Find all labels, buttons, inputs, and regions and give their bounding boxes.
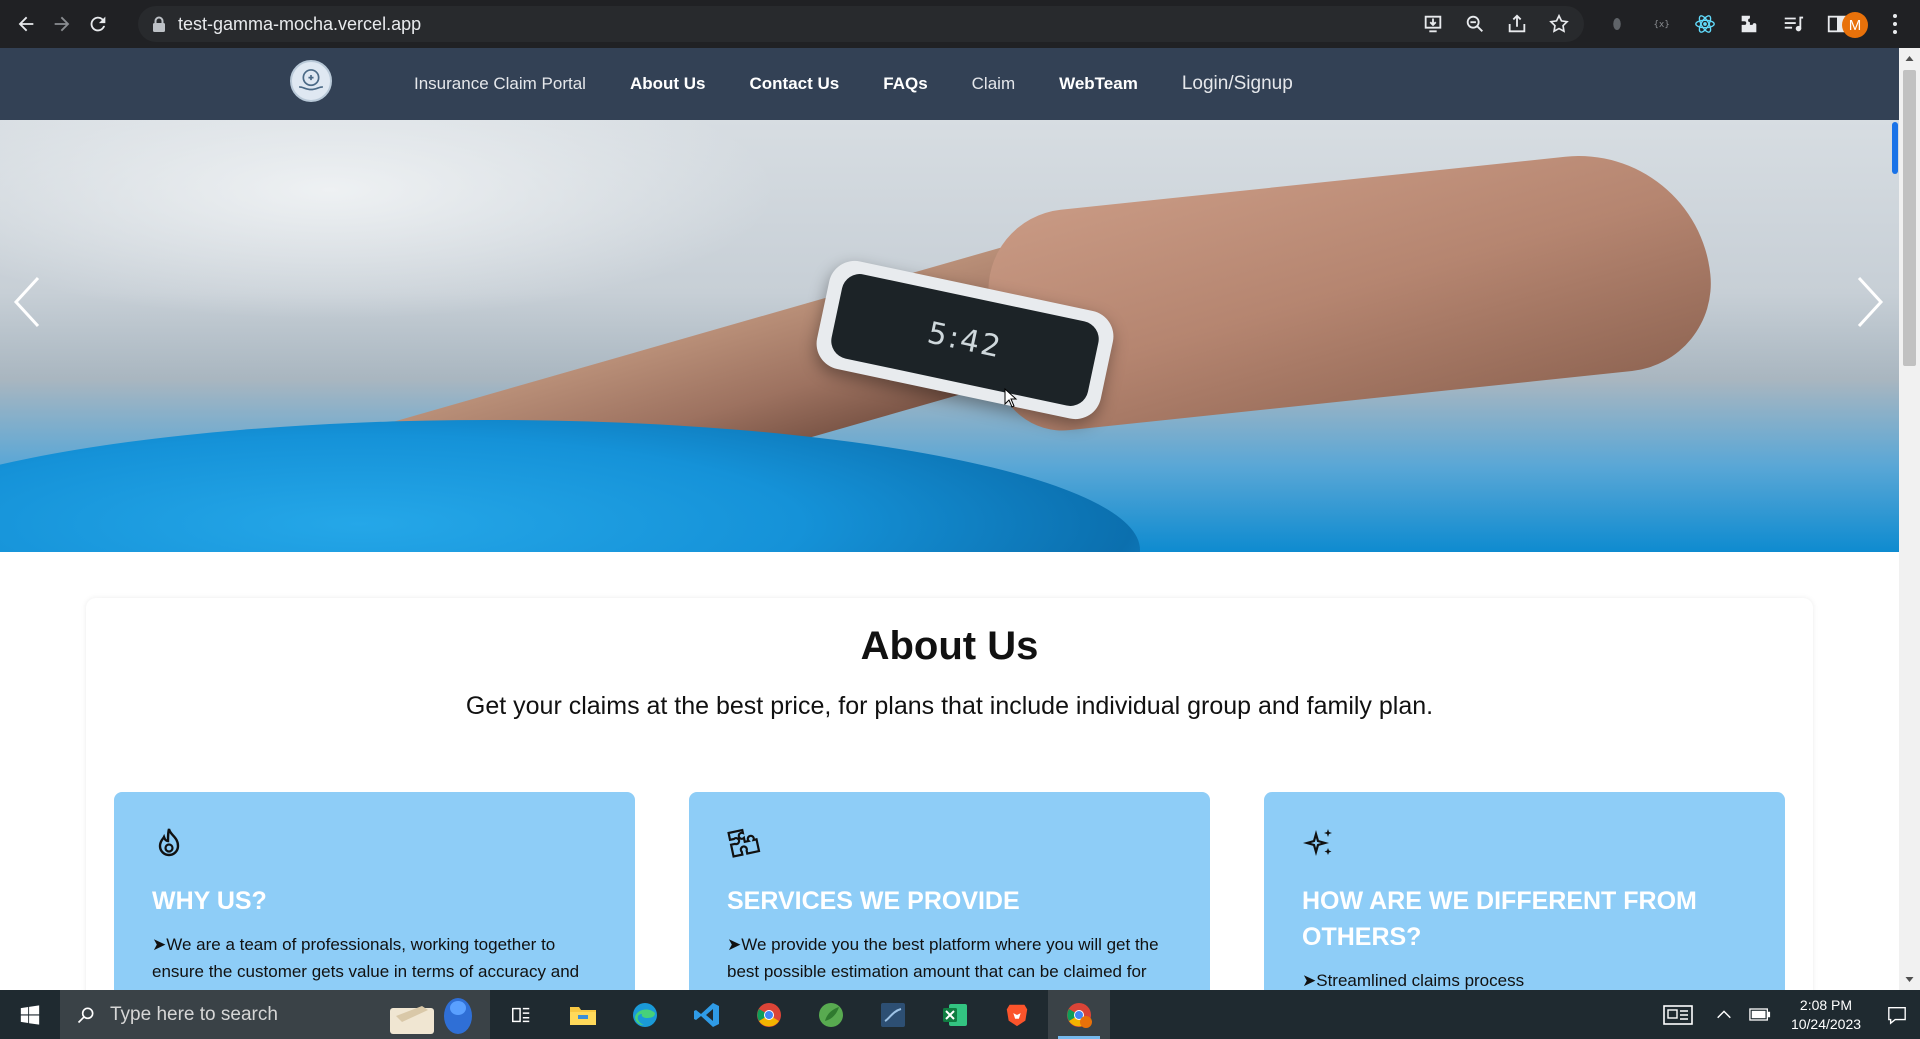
feature-card-services: SERVICES WE PROVIDE ➤We provide you the … — [689, 792, 1210, 990]
nav-link-webteam[interactable]: WebTeam — [1059, 74, 1138, 94]
browser-toolbar: test-gamma-mocha.vercel.app {x} M — [0, 0, 1920, 48]
task-view-icon[interactable] — [490, 990, 552, 1039]
bookmark-star-icon[interactable] — [1548, 13, 1570, 35]
vscode-icon[interactable] — [676, 990, 738, 1039]
profile-avatar[interactable]: M — [1842, 12, 1868, 38]
extension-mongo-icon[interactable] — [1606, 13, 1628, 35]
windows-taskbar: Type here to search 2:08 PM 10/24/2023 — [0, 990, 1920, 1039]
chrome-profile-icon[interactable] — [1048, 990, 1110, 1039]
nav-link-faqs[interactable]: FAQs — [883, 74, 927, 94]
battery-icon[interactable] — [1742, 990, 1778, 1039]
system-clock[interactable]: 2:08 PM 10/24/2023 — [1778, 996, 1874, 1034]
lock-icon — [153, 16, 165, 32]
tray-chevron-up-icon[interactable] — [1706, 990, 1742, 1039]
scroll-down-arrow-icon[interactable] — [1905, 975, 1914, 984]
mysql-workbench-icon[interactable] — [862, 990, 924, 1039]
about-us-section: About Us Get your claims at the best pri… — [86, 598, 1813, 990]
medical-hand-icon — [299, 69, 323, 91]
nav-link-about-us[interactable]: About Us — [630, 74, 706, 94]
news-widget-icon[interactable] — [1650, 990, 1706, 1039]
mongodb-compass-icon[interactable] — [800, 990, 862, 1039]
forward-button[interactable] — [42, 4, 82, 44]
brave-browser-icon[interactable] — [986, 990, 1048, 1039]
search-placeholder: Type here to search — [110, 1003, 278, 1025]
page-scrollbar[interactable] — [1899, 48, 1920, 990]
svg-text:{x}: {x} — [1654, 20, 1670, 30]
site-navbar: Insurance Claim Portal About Us Contact … — [0, 48, 1899, 120]
extension-react-devtools-icon[interactable] — [1694, 13, 1716, 35]
fire-icon — [158, 828, 180, 857]
zoom-icon[interactable] — [1464, 13, 1486, 35]
feature-text: ➤We are a team of professionals, working… — [152, 935, 580, 990]
feature-title: WHY US? — [152, 887, 267, 915]
nav-brand-link[interactable]: Insurance Claim Portal — [414, 74, 586, 94]
share-icon[interactable] — [1506, 13, 1528, 35]
excel-icon[interactable] — [924, 990, 986, 1039]
taskbar-search[interactable]: Type here to search — [60, 990, 490, 1039]
site-logo[interactable] — [290, 60, 332, 102]
puzzle-icon — [727, 828, 761, 858]
media-control-icon[interactable] — [1782, 13, 1804, 35]
reload-icon — [90, 16, 106, 32]
search-icon — [77, 1007, 94, 1023]
feature-text: ➤Streamlined claims process — [1302, 971, 1525, 990]
carousel-next-arrow-icon[interactable] — [1849, 272, 1889, 332]
feature-text: ➤We provide you the best platform where … — [727, 935, 1159, 990]
back-button[interactable] — [6, 4, 46, 44]
browser-menu-icon[interactable] — [1890, 12, 1900, 36]
clock-date: 10/24/2023 — [1790, 1015, 1862, 1032]
about-subtitle: Get your claims at the best price, for p… — [465, 692, 1434, 720]
forward-arrow-icon — [54, 16, 70, 32]
page-viewport: Insurance Claim Portal About Us Contact … — [0, 48, 1920, 990]
hero-carousel: 5:42 — [0, 120, 1899, 552]
scroll-up-arrow-icon[interactable] — [1905, 54, 1914, 63]
search-highlight-image — [390, 998, 472, 1034]
feature-title: HOW ARE WE DIFFERENT FROM OTHERS? — [1302, 887, 1697, 951]
feature-title: SERVICES WE PROVIDE — [727, 887, 1020, 915]
mouse-cursor-icon — [1004, 388, 1018, 408]
scrollbar-thumb[interactable] — [1903, 70, 1916, 366]
windows-logo-icon — [20, 1004, 40, 1025]
nav-link-contact-us[interactable]: Contact Us — [750, 74, 840, 94]
about-title: About Us — [860, 624, 1039, 668]
install-app-icon[interactable] — [1422, 13, 1444, 35]
carousel-prev-arrow-icon[interactable] — [8, 272, 48, 332]
nav-link-claim[interactable]: Claim — [972, 74, 1015, 94]
file-explorer-icon[interactable] — [552, 990, 614, 1039]
extensions-puzzle-icon[interactable] — [1738, 13, 1760, 35]
edge-browser-icon[interactable] — [614, 990, 676, 1039]
back-arrow-icon — [18, 16, 34, 32]
feature-card-different: HOW ARE WE DIFFERENT FROM OTHERS? ➤Strea… — [1264, 792, 1785, 990]
chrome-icon[interactable] — [738, 990, 800, 1039]
reload-button[interactable] — [78, 4, 118, 44]
clock-time: 2:08 PM — [1799, 996, 1853, 1013]
nav-link-login-signup[interactable]: Login/Signup — [1182, 73, 1293, 95]
extension-json-icon[interactable]: {x} — [1650, 13, 1672, 35]
address-bar[interactable]: test-gamma-mocha.vercel.app — [138, 6, 1584, 42]
sparkles-icon — [1302, 829, 1332, 857]
url-text: test-gamma-mocha.vercel.app — [178, 13, 422, 34]
notifications-icon[interactable] — [1874, 990, 1920, 1039]
start-button[interactable] — [0, 990, 60, 1039]
scroll-position-indicator — [1892, 122, 1898, 174]
feature-card-why-us: WHY US? ➤We are a team of professionals,… — [114, 792, 635, 990]
